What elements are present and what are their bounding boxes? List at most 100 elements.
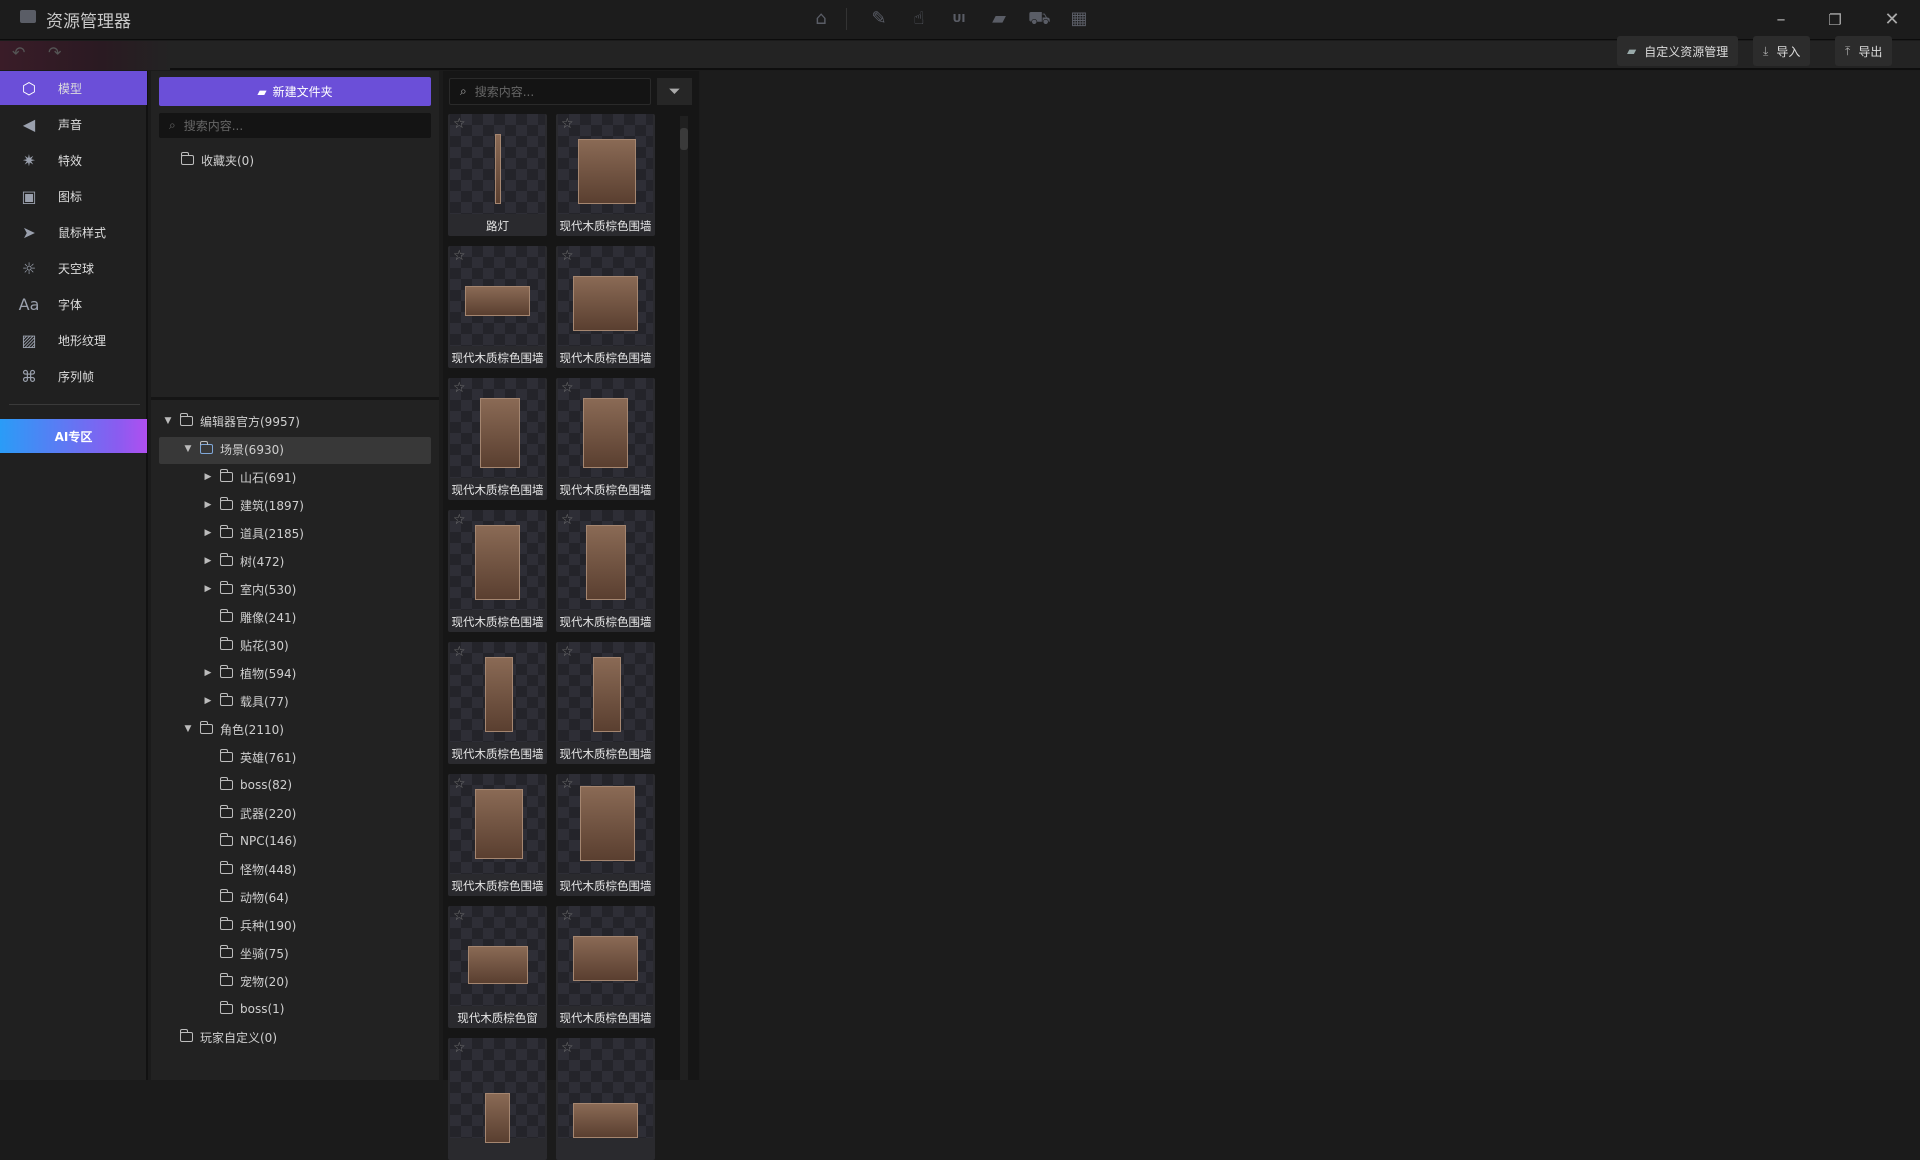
tree-folder[interactable]: ▶ 道具(2185) [203,520,304,546]
folder-open-icon[interactable]: ▰ [988,8,1010,30]
expand-arrow-icon[interactable]: ▶ [203,472,213,482]
tree-folder[interactable]: 雕像(241) [203,604,296,630]
nav-item-6[interactable]: Aa 字体 [0,287,147,321]
tree-folder[interactable]: 贴花(30) [203,632,289,658]
new-folder-button[interactable]: ▰ 新建文件夹 [159,77,431,106]
asset-tile[interactable]: ☆ 现代木质棕色窗 [448,906,547,1028]
tree-folder[interactable]: ▼ 编辑器官方(9957) [163,408,300,434]
expand-arrow-icon[interactable]: ▶ [203,584,213,594]
asset-tile[interactable]: ☆ 现代木质棕色围墙 [448,774,547,896]
star-icon[interactable]: ☆ [561,908,574,924]
nav-item-5[interactable]: ☼ 天空球 [0,251,147,285]
undo-icon[interactable]: ↶ [12,43,25,62]
expand-arrow-icon[interactable]: ▶ [203,696,213,706]
folder-search-input[interactable]: ⌕ 搜索内容... [159,113,431,138]
tree-folder[interactable]: 坐骑(75) [203,940,289,966]
import-button[interactable]: ⤓ 导入 [1753,36,1811,66]
asset-tile[interactable]: ☆ 现代木质棕色围墙 [448,642,547,764]
redo-icon[interactable]: ↷ [48,43,61,62]
hand-icon[interactable]: ☝ [908,8,930,30]
expand-arrow-icon[interactable]: ▼ [183,724,193,734]
asset-tile[interactable]: ☆ 现代木质棕色围墙 [448,378,547,500]
star-icon[interactable]: ☆ [561,116,574,132]
tree-folder[interactable]: 武器(220) [203,800,296,826]
asset-tile[interactable]: ☆ 现代木质棕色围墙 [556,114,655,236]
star-icon[interactable]: ☆ [453,248,466,264]
tree-folder[interactable]: ▶ 建筑(1897) [203,492,304,518]
nav-item-8[interactable]: ⌘ 序列帧 [0,359,147,393]
tree-folder[interactable]: 兵种(190) [203,912,296,938]
grid-icon[interactable]: ▦ [1068,8,1090,30]
nav-item-3[interactable]: ▣ 图标 [0,179,147,213]
star-icon[interactable]: ☆ [453,380,466,396]
tree-folder[interactable]: 动物(64) [203,884,289,910]
edit-icon[interactable]: ✎ [868,8,890,30]
folder-icon [199,441,213,454]
star-icon[interactable]: ☆ [453,776,466,792]
expand-arrow-icon[interactable]: ▶ [203,528,213,538]
star-icon[interactable]: ☆ [453,644,466,660]
cart-icon[interactable]: ⛟ [1028,8,1051,30]
ui-icon[interactable]: UI [948,8,970,30]
favorites-folder[interactable]: 收藏夹(0) [180,147,254,173]
custom-resource-button[interactable]: ▰ 自定义资源管理 [1617,36,1739,66]
expand-arrow-icon[interactable]: ▶ [203,556,213,566]
asset-tile[interactable]: ☆ 现代木质棕色围墙 [556,642,655,764]
star-icon[interactable]: ☆ [561,248,574,264]
star-icon[interactable]: ☆ [453,1040,466,1056]
tree-folder[interactable]: 玩家自定义(0) [163,1024,277,1050]
home-icon[interactable]: ⌂ [810,8,832,30]
tree-folder[interactable]: ▶ 植物(594) [203,660,296,686]
asset-tile[interactable]: ☆ 现代木质棕色围墙 [556,378,655,500]
asset-tile[interactable]: ☆ 现代木质棕色围墙 [556,906,655,1028]
star-icon[interactable]: ☆ [453,512,466,528]
star-icon[interactable]: ☆ [561,1040,574,1056]
nav-item-2[interactable]: ✷ 特效 [0,143,147,177]
folder-icon [219,889,233,902]
asset-tile[interactable]: ☆ [556,1038,655,1160]
star-icon[interactable]: ☆ [561,776,574,792]
star-icon[interactable]: ☆ [561,512,574,528]
star-icon[interactable]: ☆ [561,644,574,660]
tree-folder[interactable]: ▼ 场景(6930) [183,436,284,462]
expand-arrow-icon[interactable]: ▼ [183,444,193,454]
tree-folder[interactable]: ▶ 室内(530) [203,576,296,602]
nav-item-1[interactable]: ◀ 声音 [0,107,147,141]
asset-tile[interactable]: ☆ 现代木质棕色围墙 [556,510,655,632]
tree-folder[interactable]: 英雄(761) [203,744,296,770]
star-icon[interactable]: ☆ [453,116,466,132]
model-preview [480,398,520,468]
tree-folder[interactable]: ▼ 角色(2110) [183,716,284,742]
tree-folder[interactable]: ▶ 山石(691) [203,464,296,490]
restore-button[interactable]: ❐ [1820,6,1850,34]
close-button[interactable]: ✕ [1877,6,1907,34]
scrollbar[interactable] [680,116,688,1080]
asset-tile[interactable]: ☆ 现代木质棕色围墙 [448,510,547,632]
asset-search-input[interactable]: ⌕ 搜索内容... [449,78,651,105]
tree-folder[interactable]: NPC(146) [203,828,297,854]
tree-folder[interactable]: 宠物(20) [203,968,289,994]
filter-button[interactable]: ⏷ [657,78,692,105]
scrollbar-thumb[interactable] [680,128,688,150]
tree-folder[interactable]: boss(1) [203,996,284,1022]
asset-tile[interactable]: ☆ 现代木质棕色围墙 [556,246,655,368]
expand-arrow-icon[interactable]: ▼ [163,416,173,426]
tree-folder[interactable]: ▶ 载具(77) [203,688,289,714]
asset-tile[interactable]: ☆ 现代木质棕色围墙 [556,774,655,896]
expand-arrow-icon[interactable]: ▶ [203,500,213,510]
asset-tile[interactable]: ☆ [448,1038,547,1160]
export-button[interactable]: ⤒ 导出 [1835,36,1893,66]
star-icon[interactable]: ☆ [453,908,466,924]
nav-item-0[interactable]: ⬡ 模型 [0,71,147,105]
expand-arrow-icon[interactable]: ▶ [203,668,213,678]
ai-zone-button[interactable]: AI专区 [0,419,147,453]
nav-item-4[interactable]: ➤ 鼠标样式 [0,215,147,249]
tree-folder[interactable]: ▶ 树(472) [203,548,284,574]
nav-item-7[interactable]: ▨ 地形纹理 [0,323,147,357]
asset-tile[interactable]: ☆ 路灯 [448,114,547,236]
tree-folder[interactable]: boss(82) [203,772,292,798]
minimize-button[interactable]: – [1766,6,1796,34]
star-icon[interactable]: ☆ [561,380,574,396]
tree-folder[interactable]: 怪物(448) [203,856,296,882]
asset-tile[interactable]: ☆ 现代木质棕色围墙 [448,246,547,368]
